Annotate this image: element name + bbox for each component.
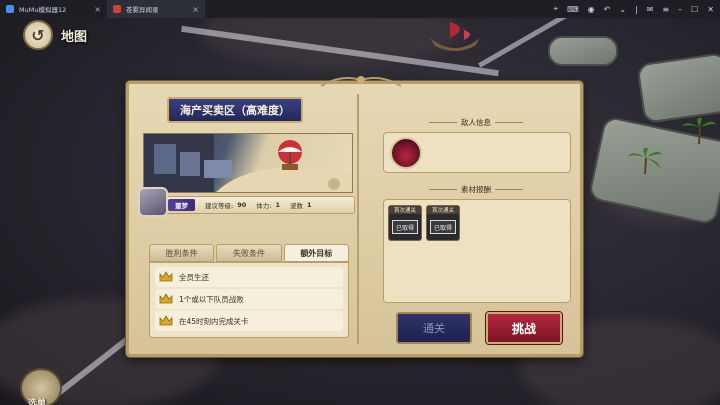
recommended-level-label: 建议等级: — [205, 202, 234, 210]
conditions-list: 全员生还 1个或以下队员战败 在45时刻内完成关卡 — [149, 262, 349, 338]
enemy-info-panel — [383, 132, 571, 173]
volume-icon[interactable]: ◉ — [588, 5, 595, 14]
emulator-titlebar: MuMu模拟器12 × 苍雾异闻录 × ⌖ ⌨ ◉ ↶ ⌄ | ✉ ≡ – ☐ … — [0, 0, 720, 18]
condition-tabs: 胜利条件 失败条件 额外目标 — [149, 244, 349, 262]
dialog-divider — [357, 94, 359, 344]
stamina-label: 体力: — [256, 202, 272, 210]
emulator-app-icon — [6, 5, 14, 13]
challenge-button[interactable]: 挑战 — [486, 312, 562, 344]
game-scene: ↺ 地图 选单 海产买卖区（高难度） 噩梦 建议等级: 90 体力: 1 波数 … — [0, 18, 720, 405]
close-icon[interactable]: × — [94, 5, 101, 14]
tab-victory-conditions[interactable]: 胜利条件 — [149, 244, 215, 262]
gamepad-icon[interactable]: ⌖ — [554, 4, 559, 14]
stage-title: 海产买卖区（高难度） — [180, 104, 290, 117]
enemy-portrait-icon — [138, 187, 168, 217]
condition-text: 在45时刻内完成关卡 — [179, 316, 249, 326]
close-icon[interactable]: × — [192, 5, 199, 14]
crown-icon — [159, 271, 173, 282]
clear-button[interactable]: 通关 — [396, 312, 472, 344]
enemy-info-label: 敌人信息 — [461, 118, 491, 127]
tab-extra-objectives[interactable]: 额外目标 — [283, 244, 349, 262]
stage-info-bar: 噩梦 建议等级: 90 体力: 1 波数 1 — [138, 187, 355, 217]
stamina-value: 1 — [275, 201, 280, 209]
tab-emulator-label: MuMu模拟器12 — [19, 6, 67, 14]
material-reward-panel: 首次通关 已取得 首次通关 已取得 — [383, 199, 571, 303]
beach-scene-illustration — [144, 134, 352, 192]
difficulty-badge: 噩梦 — [168, 199, 195, 211]
stage-dialog: 海产买卖区（高难度） 噩梦 建议等级: 90 体力: 1 波数 1 胜利条件 失… — [126, 76, 583, 357]
palm-tree-icon — [682, 117, 716, 144]
crown-icon — [159, 293, 173, 304]
reward-item-caption: 首次通关 — [427, 206, 459, 214]
tab-emulator[interactable]: MuMu模拟器12 × — [0, 0, 107, 18]
back-arrow-icon[interactable]: ↺ — [23, 20, 53, 50]
enemy-icon[interactable] — [390, 137, 422, 169]
stage-title-banner: 海产买卖区（高难度） — [167, 97, 303, 123]
maximize-icon[interactable]: ☐ — [691, 5, 698, 14]
hide-icon[interactable]: ⌄ — [619, 5, 626, 14]
window-controls: ⌖ ⌨ ◉ ↶ ⌄ | ✉ ≡ – ☐ ✕ — [554, 0, 714, 18]
obtained-stamp: 已取得 — [392, 220, 418, 234]
reward-item-caption: 首次通关 — [389, 206, 421, 214]
tab-game-label: 苍雾异闻录 — [126, 6, 159, 14]
menu-label: 选单 — [28, 399, 47, 405]
map-label: 地图 — [61, 30, 88, 45]
map-island[interactable] — [636, 52, 720, 124]
condition-text: 全员生还 — [179, 272, 209, 282]
keyboard-icon[interactable]: ⌨ — [567, 5, 579, 14]
minimize-icon[interactable]: – — [678, 5, 682, 14]
mail-icon[interactable]: ✉ — [647, 5, 654, 14]
map-island[interactable] — [548, 36, 618, 66]
map-button[interactable]: ↺ 地图 — [23, 20, 103, 50]
list-item: 全员生还 — [155, 267, 343, 287]
tab-defeat-conditions[interactable]: 失败条件 — [216, 244, 282, 262]
enemy-info-heading: 敌人信息 — [429, 117, 523, 128]
list-item: 在45时刻内完成关卡 — [155, 311, 343, 331]
ship-icon[interactable] — [420, 18, 490, 58]
palm-tree-icon — [628, 147, 662, 174]
reward-item[interactable]: 首次通关 已取得 — [426, 205, 460, 241]
material-reward-heading: 素材报酬 — [429, 184, 523, 195]
crest-ornament-icon — [321, 76, 401, 87]
ornament-line — [495, 122, 523, 123]
obtained-stamp: 已取得 — [430, 220, 456, 234]
waves-value: 1 — [306, 201, 312, 209]
recommended-level-value: 90 — [237, 201, 247, 209]
condition-text: 1个或以下队员战败 — [179, 294, 244, 304]
list-item: 1个或以下队员战败 — [155, 289, 343, 309]
tab-game[interactable]: 苍雾异闻录 × — [107, 0, 205, 18]
ornament-line — [495, 189, 523, 190]
game-app-icon — [113, 5, 121, 13]
divider-icon: | — [635, 4, 638, 14]
ornament-line — [429, 189, 457, 190]
material-reward-label: 素材报酬 — [461, 185, 491, 194]
reward-item[interactable]: 首次通关 已取得 — [388, 205, 422, 241]
back-arrow-icon[interactable]: ↶ — [604, 5, 611, 14]
stage-preview-image — [143, 133, 353, 193]
ornament-line — [429, 122, 457, 123]
close-window-icon[interactable]: ✕ — [707, 5, 714, 14]
menu-icon[interactable]: ≡ — [662, 5, 669, 14]
waves-label: 波数 — [289, 202, 303, 210]
crown-icon — [159, 315, 173, 326]
